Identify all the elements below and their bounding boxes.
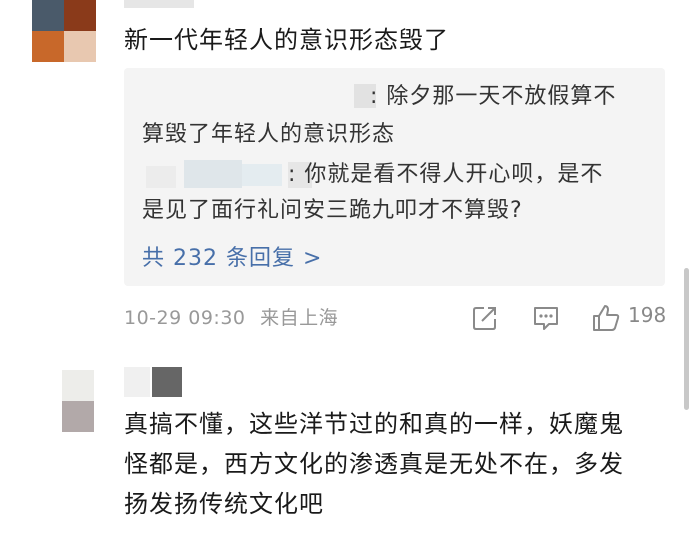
comment-icon[interactable] <box>532 305 560 331</box>
avatar-mosaic-cell <box>64 31 96 62</box>
comment-text-line: 扬发扬传统文化吧 <box>124 490 324 518</box>
location-source: 来自上海 <box>260 307 339 329</box>
scrollbar[interactable] <box>684 268 689 410</box>
reply-username-colon: : <box>370 84 379 109</box>
avatar-mosaic-cell <box>62 370 94 401</box>
timestamp: 10-29 09:30 <box>124 307 246 329</box>
reply-text: : 你就是看不得人开心呗，是不 <box>288 158 603 192</box>
share-icon[interactable] <box>472 305 498 331</box>
username-blur <box>124 367 150 397</box>
comment-meta: 10-29 09:30 来自上海 <box>124 303 338 330</box>
reply-text-line: 是见了面行礼问安三跪九叩才不算毁? <box>142 198 523 223</box>
reply-text-line: 算毁了年轻人的意识形态 <box>142 122 396 147</box>
avatar[interactable] <box>32 0 96 62</box>
avatar-mosaic-cell <box>32 0 64 31</box>
reply-text: : 除夕那一天不放假算不 <box>370 80 616 114</box>
username-blur <box>124 0 194 8</box>
avatar-mosaic-cell <box>32 31 64 62</box>
reply-username-colon: : <box>288 162 297 187</box>
reply-username-blur <box>146 166 176 188</box>
username-blur <box>152 367 182 397</box>
like-count: 198 <box>628 303 667 327</box>
comment-text-line: 怪都是，西方文化的渗透真是无处不在，多发 <box>124 450 624 478</box>
comment-text: 新一代年轻人的意识形态毁了 <box>124 26 449 54</box>
reply-text-line: 你就是看不得人开心呗，是不 <box>304 162 604 187</box>
avatar[interactable] <box>62 370 94 432</box>
reply-text-line: 除夕那一天不放假算不 <box>386 84 617 109</box>
comment-text-line: 真搞不懂，这些洋节过的和真的一样，妖魔鬼 <box>124 410 624 438</box>
reply-username-blur <box>242 164 282 186</box>
reply-username-blur <box>184 160 242 188</box>
avatar-mosaic-cell <box>62 401 94 432</box>
view-all-replies-link[interactable]: 共 232 条回复 > <box>142 240 322 272</box>
like-icon[interactable] <box>591 303 621 333</box>
reply-preview-box[interactable]: : 除夕那一天不放假算不 算毁了年轻人的意识形态 : 你就是看不得人开心呗，是不… <box>124 68 665 286</box>
avatar-mosaic-cell <box>64 0 96 31</box>
